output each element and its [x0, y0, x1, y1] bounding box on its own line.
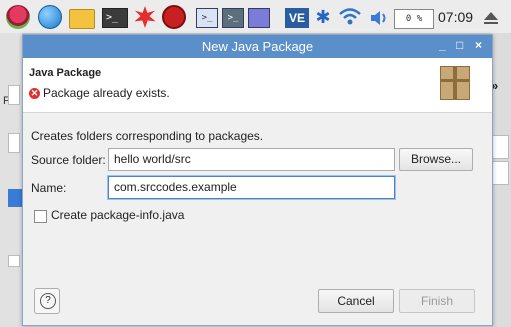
description-text: Creates folders corresponding to package… — [31, 129, 264, 143]
source-folder-label: Source folder: — [31, 153, 106, 167]
window-button-icon[interactable]: >_ — [196, 8, 218, 28]
background-eclipse-right: » — [491, 33, 511, 327]
wifi-icon[interactable] — [338, 6, 362, 28]
new-java-package-dialog: New Java Package _ □ × Java Package ✕ Pa… — [22, 34, 493, 326]
background-field — [8, 255, 20, 267]
window-button-icon[interactable]: >_ — [222, 8, 244, 28]
help-button[interactable]: ? — [34, 288, 60, 314]
finish-button[interactable]: Finish — [399, 289, 475, 313]
file-manager-icon[interactable] — [69, 9, 95, 29]
bluetooth-icon[interactable]: ✱ — [314, 7, 332, 31]
background-field — [491, 135, 509, 159]
dialog-title: New Java Package — [201, 39, 314, 54]
vnc-icon[interactable]: VE — [285, 8, 309, 28]
volume-icon[interactable] — [368, 7, 392, 29]
background-field — [8, 85, 20, 105]
dialog-header: Java Package ✕ Package already exists. — [23, 58, 492, 113]
maximize-button[interactable]: □ — [456, 38, 463, 52]
cpu-monitor: 0 % — [394, 9, 434, 29]
create-package-info-checkbox[interactable] — [34, 210, 47, 223]
close-button[interactable]: × — [475, 38, 482, 52]
create-package-info-label[interactable]: Create package-info.java — [51, 208, 184, 222]
package-name-input[interactable]: com.srccodes.example — [108, 176, 395, 199]
clock: 07:09 — [438, 9, 474, 25]
background-field — [8, 133, 20, 153]
taskbar: >_ >_ >_ VE ✱ 0 % 07:09 — [0, 0, 511, 34]
background-selection — [8, 189, 22, 207]
source-folder-input[interactable]: hello world/src — [108, 148, 395, 171]
error-icon: ✕ — [29, 88, 40, 99]
wolfram-icon[interactable] — [162, 5, 186, 29]
help-icon: ? — [40, 293, 56, 309]
package-wizard-icon — [440, 66, 470, 100]
terminal-icon[interactable]: >_ — [102, 8, 128, 28]
name-label: Name: — [31, 181, 67, 195]
raspberry-menu-icon[interactable] — [6, 5, 30, 29]
eclipse-window-icon[interactable] — [248, 8, 270, 28]
background-eclipse-left: Fil — [0, 33, 22, 327]
dialog-titlebar[interactable]: New Java Package _ □ × — [23, 35, 492, 58]
browse-button[interactable]: Browse... — [399, 148, 473, 171]
background-chevron-icon: » — [491, 78, 499, 93]
minimize-button[interactable]: _ — [439, 38, 446, 52]
mathematica-icon[interactable] — [134, 6, 156, 28]
error-message: Package already exists. — [43, 86, 170, 100]
browser-icon[interactable] — [38, 5, 62, 29]
header-title: Java Package — [29, 67, 102, 79]
cancel-button[interactable]: Cancel — [318, 289, 394, 313]
background-field — [491, 161, 509, 185]
eject-icon[interactable] — [484, 12, 498, 24]
